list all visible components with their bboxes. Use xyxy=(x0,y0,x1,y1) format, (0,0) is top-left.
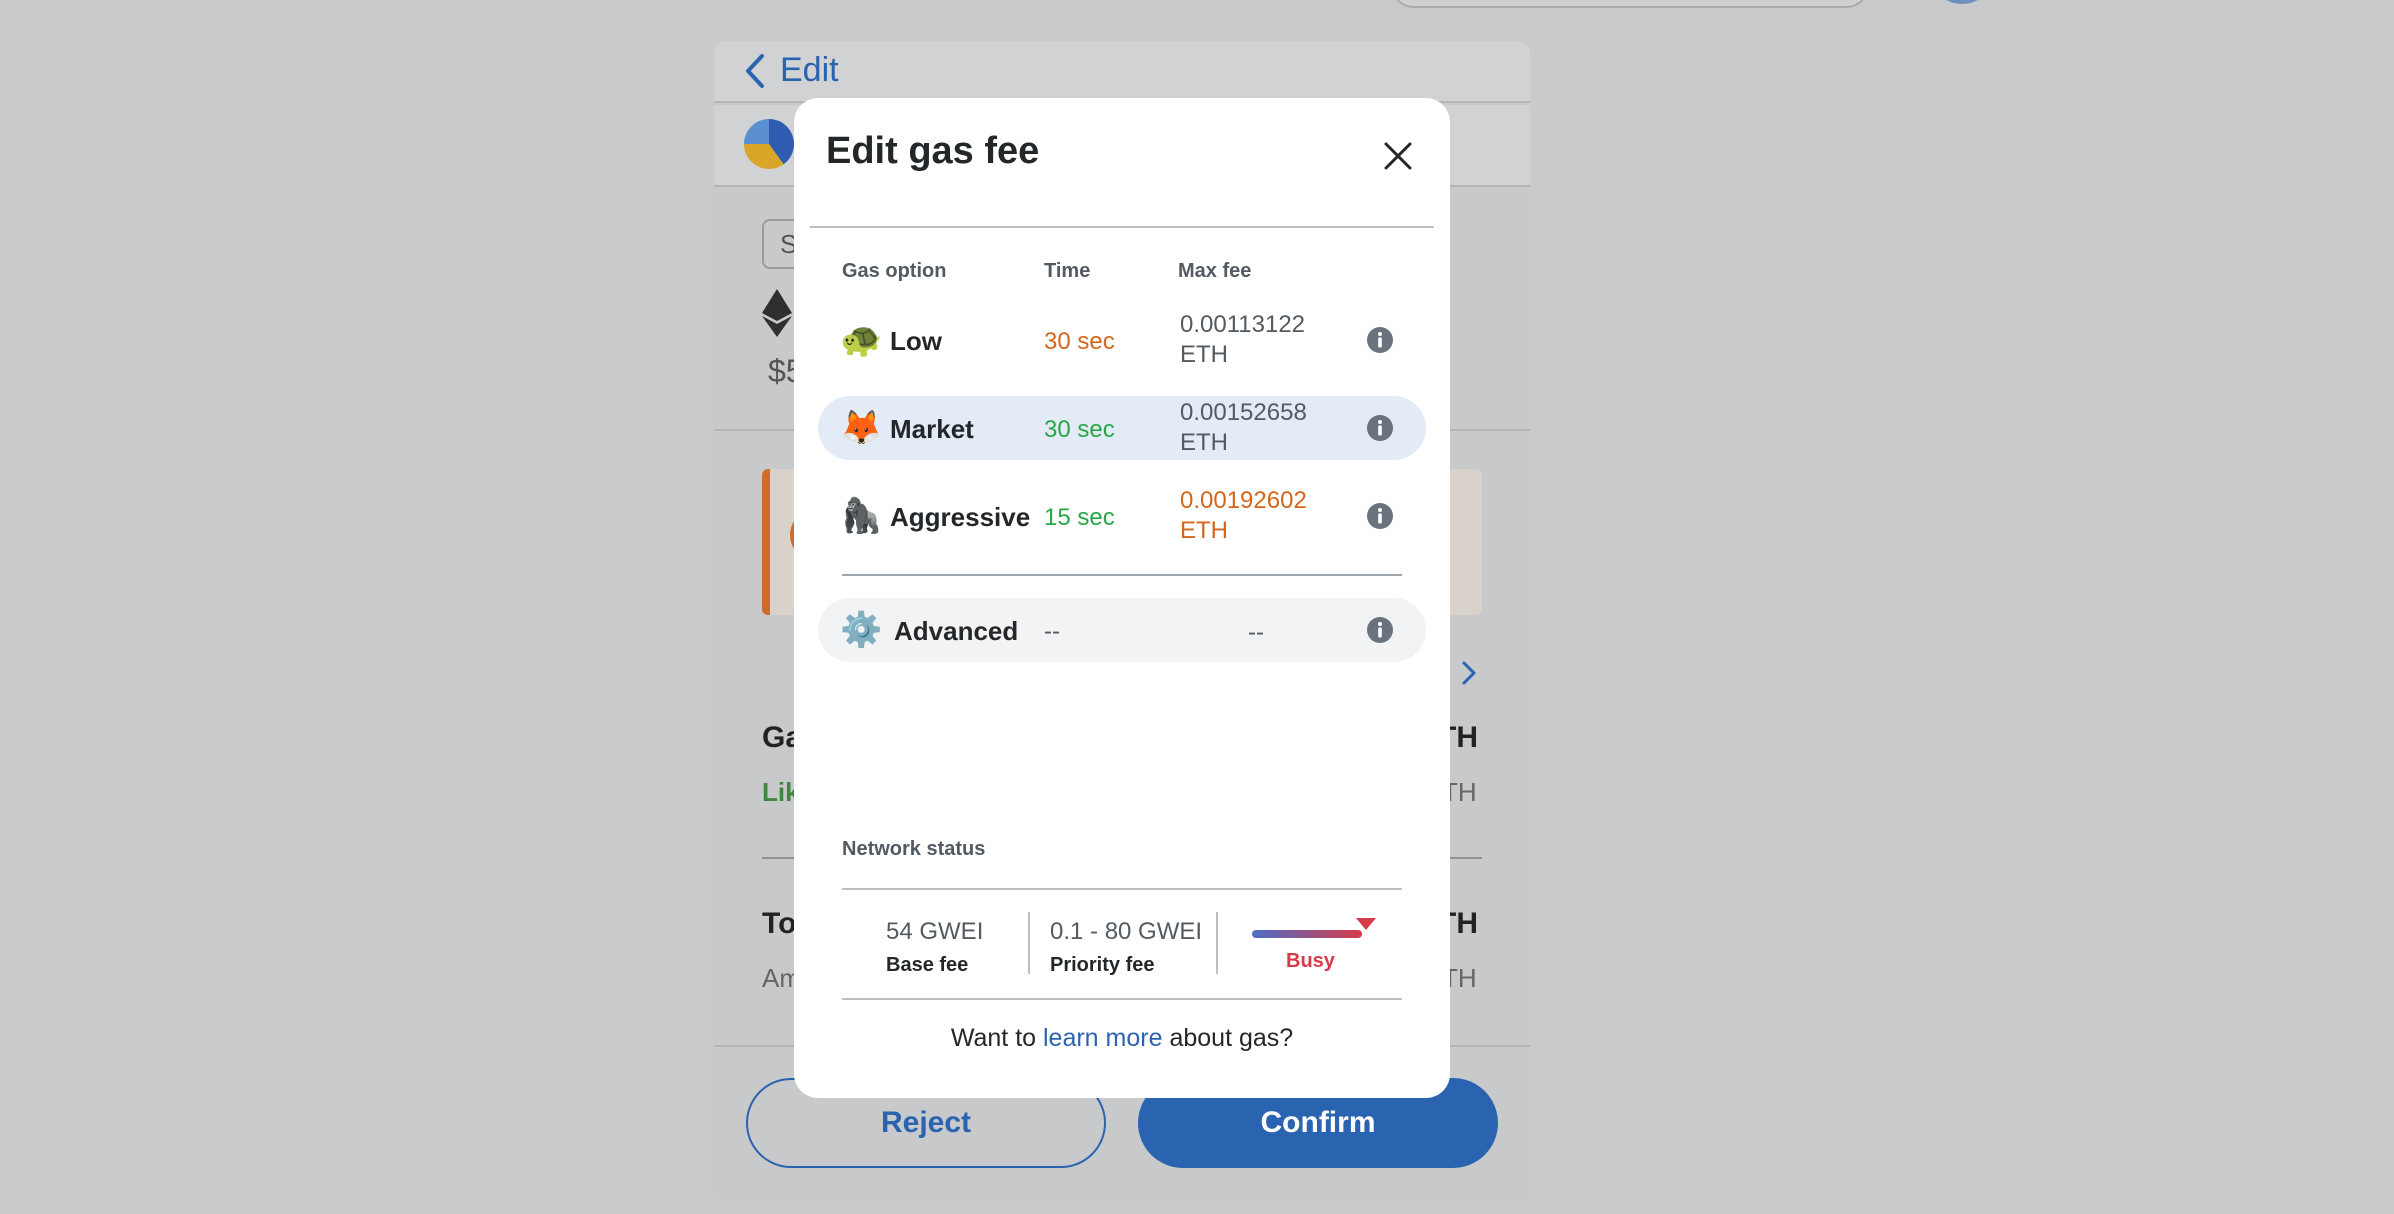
divider xyxy=(842,574,1402,576)
gas-option-fee: 0.00152658 ETH xyxy=(1180,398,1307,458)
priority-fee-value: 0.1 - 80 GWEI xyxy=(1050,918,1203,945)
info-icon[interactable] xyxy=(1366,414,1394,442)
gas-option-fee: -- xyxy=(1248,619,1264,646)
gas-option-fee: 0.00113122 ETH xyxy=(1180,310,1305,370)
learn-more-text: Want to learn more about gas? xyxy=(794,1024,1450,1053)
fee-unit: ETH xyxy=(1180,517,1228,544)
info-icon[interactable] xyxy=(1366,326,1394,354)
fox-icon: 🦊 xyxy=(840,409,883,447)
gas-option-aggressive[interactable]: 🦍 Aggressive 15 sec 0.00192602 ETH xyxy=(818,484,1426,548)
back-edit-link[interactable]: Edit xyxy=(744,51,839,90)
account-avatar[interactable] xyxy=(1930,0,1994,4)
gas-option-time: 30 sec xyxy=(1044,416,1115,443)
fee-value: 0.00152658 xyxy=(1180,399,1307,426)
site-favicon-icon xyxy=(744,119,794,169)
priority-fee-cell: 0.1 - 80 GWEI Priority fee xyxy=(1050,918,1202,977)
divider xyxy=(810,226,1434,228)
gorilla-icon: 🦍 xyxy=(840,497,883,535)
gas-option-low[interactable]: 🐢 Low 30 sec 0.00113122 ETH xyxy=(818,308,1426,372)
chevron-left-icon xyxy=(746,53,764,88)
column-header-max-fee: Max fee xyxy=(1178,260,1252,282)
close-button[interactable] xyxy=(1378,136,1418,176)
column-header-gas-option: Gas option xyxy=(842,260,947,282)
base-fee-label: Base fee xyxy=(886,954,969,976)
learn-more-prefix: Want to xyxy=(950,1024,1037,1052)
fee-unit: ETH xyxy=(1180,429,1228,456)
priority-fee-label: Priority fee xyxy=(1050,954,1155,976)
network-status-title: Network status xyxy=(842,838,986,860)
network-status-gauge xyxy=(1252,930,1362,938)
divider xyxy=(842,998,1402,1000)
back-label: Edit xyxy=(780,51,839,89)
turtle-icon: 🐢 xyxy=(840,321,883,359)
close-icon xyxy=(1384,142,1412,170)
gas-option-advanced[interactable]: ⚙️ Advanced -- -- xyxy=(818,598,1426,662)
fee-value: 0.00113122 xyxy=(1180,311,1306,338)
search-field[interactable] xyxy=(1390,0,1870,8)
gas-option-label: Advanced xyxy=(894,616,1019,646)
modal-title: Edit gas fee xyxy=(826,130,1040,172)
base-fee-value: 54 GWEI xyxy=(886,918,984,945)
info-icon[interactable] xyxy=(1366,502,1394,530)
gas-option-time: -- xyxy=(1044,618,1060,645)
gas-option-market[interactable]: 🦊 Market 30 sec 0.00152658 ETH xyxy=(818,396,1426,460)
info-icon[interactable] xyxy=(1366,616,1394,644)
panel-header: Edit xyxy=(714,41,1530,103)
fee-value: 0.00192602 xyxy=(1180,487,1307,514)
gas-option-fee: 0.00192602 ETH xyxy=(1180,486,1307,546)
gas-option-time: 15 sec xyxy=(1044,504,1115,531)
ethereum-icon xyxy=(762,289,792,337)
network-status-label: Busy xyxy=(1286,950,1335,972)
gas-option-label: Low xyxy=(890,326,942,356)
divider xyxy=(842,888,1402,890)
gas-option-label: Market xyxy=(890,414,974,444)
gauge-pointer-icon xyxy=(1356,918,1376,930)
gas-option-time: 30 sec xyxy=(1044,328,1115,355)
gear-icon: ⚙️ xyxy=(840,611,883,649)
learn-more-link[interactable]: learn more xyxy=(1043,1024,1163,1052)
fee-unit: ETH xyxy=(1180,341,1228,368)
divider xyxy=(1216,912,1218,974)
column-header-time: Time xyxy=(1044,260,1091,282)
base-fee-cell: 54 GWEI Base fee xyxy=(886,918,983,977)
gas-option-label: Aggressive xyxy=(890,502,1031,532)
divider xyxy=(1028,912,1030,974)
learn-more-suffix: about gas? xyxy=(1169,1024,1294,1052)
edit-gas-fee-modal: Edit gas fee Gas option Time Max fee 🐢 L… xyxy=(794,98,1450,1098)
chevron-right-icon[interactable] xyxy=(1462,661,1476,685)
